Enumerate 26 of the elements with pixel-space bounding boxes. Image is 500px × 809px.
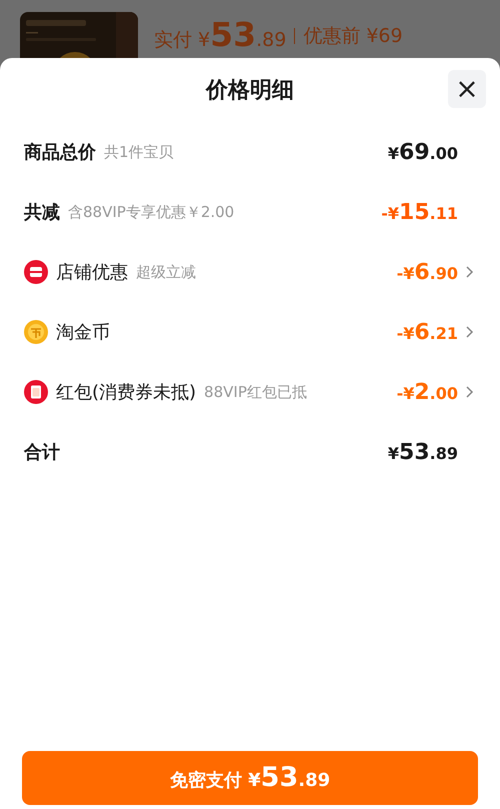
chevron-right-icon[interactable] [464, 385, 474, 399]
row-label: 合计 [24, 440, 60, 464]
coin-icon [24, 320, 48, 344]
close-button[interactable]: × [448, 70, 486, 108]
row-label: 店铺优惠 [56, 260, 128, 284]
original-price: 优惠前 ¥69 [303, 24, 403, 49]
envelope-icon [24, 380, 48, 404]
row-amount: ¥69.00 [388, 138, 458, 166]
paid-price: 实付 ¥53.89 [154, 18, 286, 54]
sheet-title: 价格明细 [206, 76, 294, 104]
row-amount: -¥6.90 [396, 258, 458, 286]
row-amount: -¥15.11 [381, 198, 458, 226]
row-amount: -¥2.00 [396, 378, 458, 406]
chevron-right-icon[interactable] [464, 265, 474, 279]
row-amount: ¥53.89 [388, 438, 458, 466]
row-label: 商品总价 [24, 140, 96, 164]
chevron-right-icon[interactable] [464, 325, 474, 339]
row-note: 共1件宝贝 [104, 142, 174, 163]
row-note: 88VIP红包已抵 [204, 382, 307, 403]
row-label: 共减 [24, 200, 60, 224]
row-label: 淘金币 [56, 320, 110, 344]
row-note: 含88VIP专享优惠￥2.00 [68, 202, 234, 223]
row-label: 红包(消费券未抵) [56, 380, 196, 404]
shop-icon [24, 260, 48, 284]
row-amount: -¥6.21 [396, 318, 458, 346]
row-note: 超级立减 [136, 262, 196, 283]
